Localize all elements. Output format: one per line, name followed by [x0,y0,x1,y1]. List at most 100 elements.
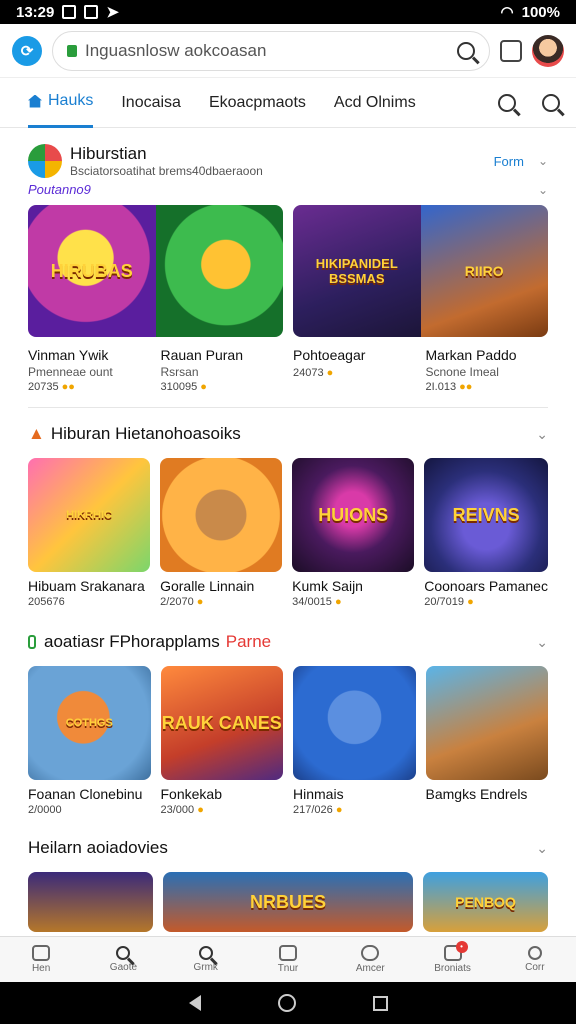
game-card[interactable]: Rauan Puran Rsrsan 310095 ● [161,341,284,393]
search-icon[interactable] [457,41,475,60]
game-card[interactable]: Goralle Linnain 2/2070 ● [160,458,283,608]
bottom-nav-explore[interactable]: Grmk [165,937,247,982]
chevron-down-icon[interactable]: ⌄ [536,634,548,651]
game-thumbnail[interactable] [28,872,153,932]
chevron-down-icon[interactable]: ⌄ [536,426,548,443]
game-thumbnail[interactable]: NRBUES [163,872,413,932]
game-card[interactable]: Bamgks Endrels [425,666,548,816]
game-thumbnail[interactable]: PENBOQ [423,872,548,932]
game-thumbnail[interactable] [293,666,416,780]
coin-icon: ● [335,804,343,816]
game-card[interactable]: COTHGS Foanan Clonebinu 2/0000 [28,666,151,816]
location-icon: ➤ [106,4,119,21]
home-icon [32,945,51,961]
bottom-nav-games[interactable]: Amcer [329,937,411,982]
section-title: aoatiasr FPhorapplams [44,632,220,651]
featured-banner-left[interactable]: HIRUBAS [28,205,283,337]
game-thumbnail[interactable]: HIRUBAS [28,205,156,337]
game-meta: 310095 [160,381,198,393]
chevron-down-icon[interactable]: ⌄ [536,840,548,857]
featured-banner-right[interactable]: HIKIPANIDEL BSSMAS RIIRO [293,205,548,337]
game-thumbnail[interactable] [425,666,548,780]
home-circle-icon[interactable] [277,994,296,1012]
game-subtitle: Rsrsan [160,365,199,379]
tab-2[interactable]: Inocaisa [121,78,181,128]
game-card[interactable]: Hinmais 217/026 ● [293,666,416,816]
featured-subtitle: Bsciatorsoatihat brems40dbaeraoon [70,164,263,178]
game-meta: 217/026 [293,804,333,816]
game-card[interactable]: Pohtoeagar 24073 ● [293,341,416,393]
section-title: Heilarn aoiadovies [28,838,168,857]
chevron-down-icon[interactable]: ⌄ [538,154,548,168]
address-bar: ⟳ Inguasnlosw aokcoasan [0,24,576,78]
game-thumbnail[interactable]: COTHGS [28,666,151,780]
game-title: Kumk Saijn [292,578,363,594]
featured-action-link[interactable]: Form [494,154,524,169]
game-thumbnail[interactable] [155,205,283,337]
tab-label: Acd Olnims [333,93,416,111]
recents-icon[interactable] [372,995,388,1011]
game-card[interactable]: HUIONS Kumk Saijn 34/0015 ● [292,458,415,608]
chevron-down-icon[interactable]: ⌄ [538,183,548,197]
bottom-nav-label: Broniats [434,963,471,974]
bell-icon: • [443,941,468,961]
tab-3[interactable]: Ekoacpmaots [209,78,306,128]
bottom-nav-tab[interactable]: Tnur [247,937,329,982]
game-title: Vinman Ywik [28,347,109,363]
section-3: aoatiasr FPhorapplams Parne ⌄ COTHGS Foa… [0,622,576,816]
status-bar: 13:29 ➤ ◠ 100% [0,0,576,24]
search-icon [198,946,213,960]
bottom-nav-search[interactable]: Gaote [82,937,164,982]
game-meta: 20735 [28,381,59,393]
browser-logo-icon[interactable]: ⟳ [12,35,42,66]
divider [28,407,548,408]
battery-level: 100% [521,3,560,21]
coin-icon: ● [467,596,474,608]
game-meta: 2/0000 [28,804,62,816]
bottom-nav-home[interactable]: Hen [0,937,82,982]
coin-icon: ● [200,381,207,393]
search-icon[interactable] [498,93,516,112]
game-meta: 23/000 [160,804,195,816]
game-thumbnail[interactable]: HIKIPANIDEL BSSMAS [293,205,421,337]
game-thumbnail[interactable]: REIVNS [424,458,548,572]
game-card[interactable]: HIKRHIC Hibuam Srakanara 205676 [28,458,151,608]
status-time: 13:29 [16,3,55,21]
back-icon[interactable] [188,995,201,1011]
app-icon [84,5,99,19]
coin-icon: ● [196,596,204,608]
bottom-nav-profile[interactable]: Corr [494,937,576,982]
top-tabs: Hauks Inocaisa Ekoacpmaots Acd Olnims [0,78,576,128]
section-2: ▲ Hiburan Hietanohoasoiks ⌄ HIKRHIC Hibu… [0,414,576,608]
game-card[interactable]: Vinman Ywik Pmenneae ount 20735 ●● [28,341,151,393]
game-card[interactable]: RAUK CANES Fonkekab 23/000 ● [160,666,283,816]
game-card[interactable]: REIVNS Coonoars Pamanec 20/7019 ● [424,458,548,608]
search-icon-secondary[interactable] [542,93,560,112]
url-field[interactable]: Inguasnlosw aokcoasan [52,30,490,71]
coin-icon: ●● [459,381,473,393]
section-icon [28,635,36,649]
game-title: Goralle Linnain [160,578,255,594]
lock-icon [67,44,77,57]
bottom-nav-notifications[interactable]: • Broniats [411,937,493,982]
featured-logo-icon [28,144,62,178]
game-thumbnail[interactable]: HIKRHIC [28,458,151,572]
game-thumbnail[interactable]: RAUK CANES [160,666,283,780]
game-title: Pohtoeagar [293,347,366,363]
game-thumbnail[interactable]: HUIONS [292,458,415,572]
search-icon [116,946,131,960]
tabs-button[interactable] [500,39,522,62]
home-icon [28,94,42,108]
coin-icon: ●● [61,381,75,393]
bottom-nav-label: Hen [31,963,51,974]
tab-4[interactable]: Acd Olnims [334,78,416,128]
avatar[interactable] [532,34,564,67]
game-thumbnail[interactable]: RIIRO [420,205,548,337]
tab-home[interactable]: Hauks [28,78,94,128]
game-meta: 2I.013 [425,381,457,393]
coin-icon: ● [197,804,204,816]
game-card[interactable]: Markan Paddo Scnone Imeal 2I.013 ●● [426,341,549,393]
game-thumbnail[interactable] [160,458,283,572]
url-text: Inguasnlosw aokcoasan [85,40,267,60]
tablet-icon [278,945,297,961]
